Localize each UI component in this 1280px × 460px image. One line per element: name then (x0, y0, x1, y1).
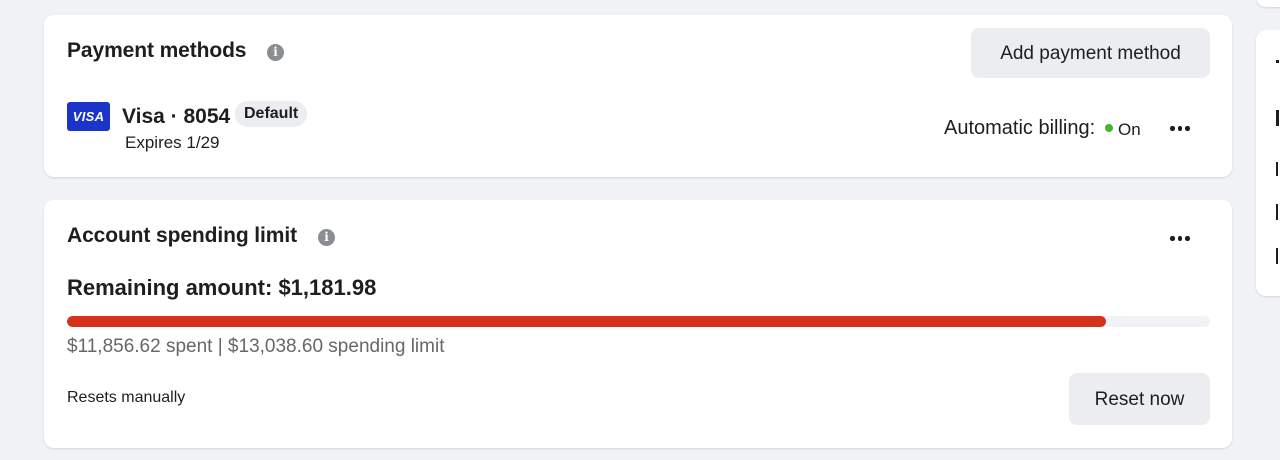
visa-logo-icon: VISA (67, 102, 110, 131)
add-payment-method-button[interactable]: Add payment method (971, 28, 1210, 78)
status-dot-icon (1105, 124, 1113, 132)
side-panel-fragment (1276, 110, 1279, 126)
side-panel-top-card (1256, 0, 1280, 7)
info-icon[interactable]: i (318, 229, 335, 246)
card-expiry: Expires 1/29 (125, 133, 220, 152)
payment-methods-card: Payment methods i Add payment method VIS… (44, 15, 1232, 177)
info-icon[interactable]: i (267, 44, 284, 61)
automatic-billing-status: On (1118, 120, 1141, 139)
reset-now-button[interactable]: Reset now (1069, 373, 1210, 425)
more-options-icon[interactable] (1168, 116, 1192, 140)
payment-card-name: Visa · 8054 (122, 105, 231, 128)
spending-progress-bar (67, 316, 1210, 327)
spending-limit-title: Account spending limit (67, 224, 297, 247)
payment-methods-title: Payment methods (67, 39, 247, 62)
side-panel-fragment (1276, 60, 1279, 63)
default-badge: Default (235, 101, 308, 127)
side-panel-fragment (1276, 204, 1278, 220)
resets-label: Resets manually (67, 389, 186, 406)
side-panel-fragment (1276, 162, 1278, 176)
spent-summary: $11,856.62 spent | $13,038.60 spending l… (67, 336, 445, 357)
side-panel-fragment (1276, 248, 1278, 264)
remaining-amount: Remaining amount: $1,181.98 (67, 275, 377, 300)
more-options-icon[interactable] (1168, 226, 1192, 250)
side-panel-card (1256, 30, 1280, 296)
spending-progress-fill (67, 316, 1106, 327)
automatic-billing-label: Automatic billing: (944, 117, 1096, 139)
spending-limit-card: Account spending limit i Remaining amoun… (44, 200, 1232, 448)
